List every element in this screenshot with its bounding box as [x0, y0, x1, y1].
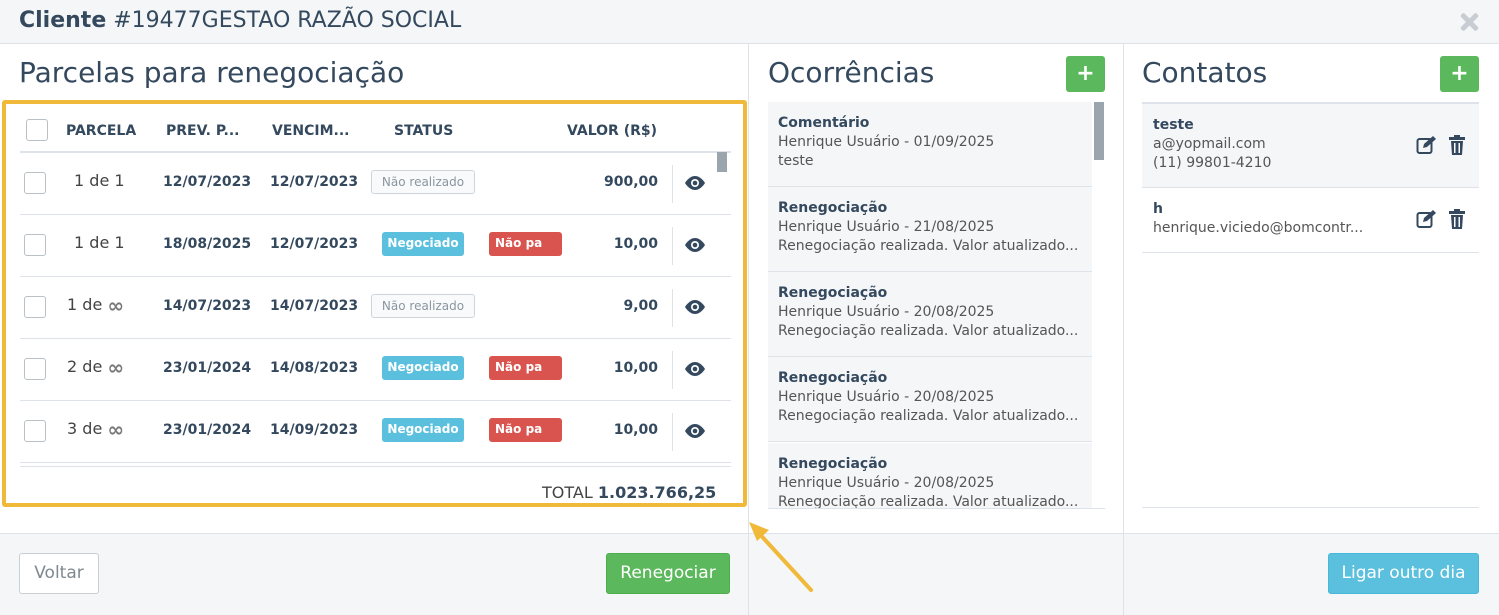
occurrence-text: Renegociação realizada. Valor atualizado…: [778, 494, 1079, 508]
title-client: #19477GESTAO RAZÃO SOCIAL: [113, 8, 462, 33]
list-item[interactable]: Renegociação Henrique Usuário - 20/08/20…: [768, 443, 1092, 508]
occurrence-text: teste: [778, 153, 814, 169]
contact-phone: (11) 99801-4210: [1153, 155, 1272, 171]
ocorrencias-bottom-divider: [768, 508, 1105, 509]
edit-icon[interactable]: [1416, 209, 1438, 229]
occurrence-author: Henrique Usuário - 20/08/2025: [778, 389, 995, 405]
contact-name: teste: [1153, 117, 1194, 133]
ocorrencias-list: Comentário Henrique Usuário - 01/09/2025…: [768, 102, 1105, 508]
occurrence-text: Renegociação realizada. Valor atualizado…: [778, 408, 1079, 424]
list-item[interactable]: Renegociação Henrique Usuário - 20/08/20…: [768, 357, 1092, 442]
occurrence-type: Renegociação: [778, 285, 888, 301]
renegociar-button[interactable]: Renegociar: [606, 553, 730, 594]
trash-icon[interactable]: [1448, 209, 1466, 229]
ocorrencias-title: Ocorrências: [768, 56, 935, 89]
occurrence-type: Renegociação: [778, 200, 888, 216]
ligar-outro-dia-button[interactable]: Ligar outro dia: [1328, 553, 1479, 594]
voltar-button[interactable]: Voltar: [19, 553, 99, 594]
occurrence-author: Henrique Usuário - 20/08/2025: [778, 475, 995, 491]
add-contato-button[interactable]: +: [1440, 56, 1479, 92]
annotation-arrow: [749, 522, 813, 592]
occurrence-author: Henrique Usuário - 01/09/2025: [778, 134, 995, 150]
list-item[interactable]: Renegociação Henrique Usuário - 21/08/20…: [768, 187, 1092, 272]
occurrence-text: Renegociação realizada. Valor atualizado…: [778, 323, 1079, 339]
contatos-bottom-divider: [1142, 507, 1479, 508]
contact-email: a@yopmail.com: [1153, 136, 1266, 152]
occurrence-type: Renegociação: [778, 370, 888, 386]
occurrence-text: Renegociação realizada. Valor atualizado…: [778, 238, 1079, 254]
column-divider: [1123, 44, 1124, 615]
highlight-box: [2, 100, 747, 507]
ocorrencias-scrollbar[interactable]: [1094, 102, 1104, 160]
close-icon[interactable]: [1457, 10, 1481, 34]
edit-icon[interactable]: [1416, 135, 1438, 155]
occurrence-type: Comentário: [778, 115, 870, 131]
occurrence-author: Henrique Usuário - 21/08/2025: [778, 219, 995, 235]
contatos-title: Contatos: [1142, 56, 1268, 89]
list-item[interactable]: Renegociação Henrique Usuário - 20/08/20…: [768, 272, 1092, 357]
list-item[interactable]: Comentário Henrique Usuário - 01/09/2025…: [768, 102, 1092, 187]
modal-header: Cliente #19477GESTAO RAZÃO SOCIAL: [0, 0, 1499, 44]
modal-title: Cliente #19477GESTAO RAZÃO SOCIAL: [19, 8, 461, 33]
contact-email: henrique.viciedo@bomcontr...: [1153, 220, 1364, 236]
occurrence-author: Henrique Usuário - 20/08/2025: [778, 304, 995, 320]
parcelas-title: Parcelas para renegociação: [19, 56, 405, 89]
add-ocorrencia-button[interactable]: +: [1066, 56, 1105, 92]
trash-icon[interactable]: [1448, 135, 1466, 155]
occurrence-type: Renegociação: [778, 456, 888, 472]
title-label: Cliente: [19, 8, 107, 33]
